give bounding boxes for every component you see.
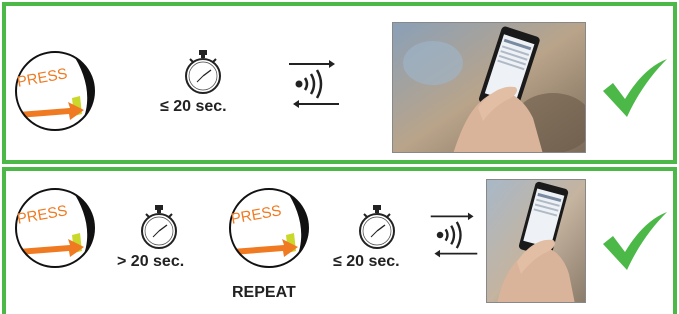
stopwatch-icon bbox=[358, 204, 396, 250]
timer-text: ≤ 20 sec. bbox=[333, 253, 400, 270]
phone-photo bbox=[486, 179, 586, 303]
stopwatch-icon bbox=[184, 49, 222, 95]
press-button-icon: PRESS bbox=[14, 50, 96, 132]
nfc-signal-icon bbox=[285, 58, 343, 110]
checkmark-icon bbox=[601, 57, 669, 119]
phone-photo bbox=[392, 22, 586, 153]
press-button-icon: PRESS bbox=[14, 187, 96, 269]
checkmark-icon bbox=[601, 210, 669, 272]
nfc-signal-icon bbox=[427, 210, 481, 260]
press-button-icon: PRESS bbox=[228, 187, 310, 269]
repeat-text: REPEAT bbox=[232, 284, 296, 301]
timer-text: > 20 sec. bbox=[117, 253, 185, 270]
stopwatch-icon bbox=[140, 204, 178, 250]
timer-text: ≤ 20 sec. bbox=[160, 98, 227, 115]
